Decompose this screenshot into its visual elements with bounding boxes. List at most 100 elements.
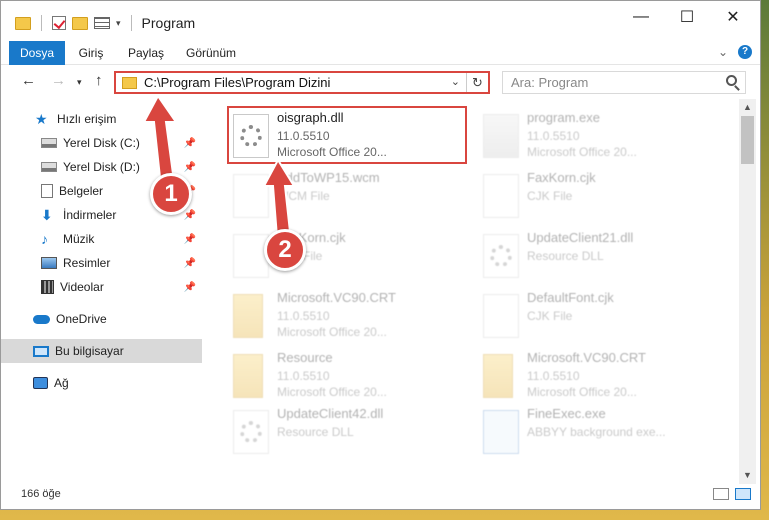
forward-arrow-icon[interactable]: → <box>51 72 66 89</box>
customize-toolbar-icon[interactable] <box>94 17 110 29</box>
item-count: 166 öğe <box>21 488 61 500</box>
scroll-down-icon[interactable]: ▼ <box>739 467 756 484</box>
file-version: 11.0.5510 <box>527 369 580 383</box>
up-arrow-icon[interactable]: ↑ <box>95 72 103 89</box>
file-type: Resource DLL <box>277 425 354 439</box>
sidebar-item-music[interactable]: ♪ Müzik 📌 <box>1 227 202 251</box>
sidebar-item-label: İndirmeler <box>63 208 117 222</box>
file-icon <box>483 174 519 218</box>
minimize-button[interactable]: — <box>618 1 664 33</box>
pictures-icon <box>41 257 57 269</box>
status-bar: 166 öğe <box>1 484 760 506</box>
file-item[interactable]: UpdateClient42.dll Resource DLL <box>229 404 469 462</box>
network-icon <box>33 377 48 389</box>
search-icon[interactable] <box>726 75 737 86</box>
highlight-box <box>227 106 467 164</box>
sidebar-item-label: Resimler <box>63 256 111 270</box>
cloud-icon <box>33 314 50 324</box>
file-version: 11.0.5510 <box>277 309 330 323</box>
music-icon: ♪ <box>41 231 48 247</box>
file-item[interactable]: UpdateClient21.dll Resource DLL <box>479 228 719 286</box>
recent-locations-icon[interactable]: ▾ <box>77 77 82 88</box>
file-list: oisgraph.dll 11.0.5510 Microsoft Office … <box>205 99 739 484</box>
folder-icon <box>122 77 137 89</box>
folder-icon <box>233 354 263 398</box>
file-icon <box>483 294 519 338</box>
file-item[interactable]: program.exe 11.0.5510 Microsoft Office 2… <box>479 108 719 166</box>
documents-icon <box>41 184 53 198</box>
pin-icon[interactable]: 📌 <box>184 258 196 269</box>
file-description: Microsoft Office 20... <box>277 385 387 399</box>
dll-gear-icon <box>233 410 269 454</box>
folder-icon <box>15 16 31 30</box>
file-description: Microsoft Office 20... <box>527 385 637 399</box>
toolbar-divider <box>130 15 132 31</box>
large-icons-view-icon[interactable] <box>735 488 751 500</box>
sidebar-item-label: Yerel Disk (C:) <box>63 136 140 150</box>
file-item[interactable]: FineExec.exe ABBYY background exe... <box>479 404 719 462</box>
refresh-icon[interactable]: ↻ <box>466 73 488 92</box>
file-name: Microsoft.VC90.CRT <box>277 290 396 305</box>
file-item[interactable]: Microsoft.VC90.CRT 11.0.5510 Microsoft O… <box>479 348 719 406</box>
sidebar-item-label: Hızlı erişim <box>57 112 117 126</box>
star-icon: ★ <box>35 111 48 127</box>
folder-icon <box>483 354 513 398</box>
sidebar-item-label: Videolar <box>60 280 104 294</box>
search-box[interactable]: Ara: Program <box>502 71 746 94</box>
sidebar-item-videos[interactable]: Videolar 📌 <box>1 275 202 299</box>
sidebar-item-onedrive[interactable]: OneDrive <box>1 307 202 331</box>
file-name: Resource <box>277 350 333 365</box>
step-badge-2: 2 <box>264 229 306 271</box>
tab-view[interactable]: Görünüm <box>181 41 241 65</box>
download-icon: ⬇ <box>41 207 53 223</box>
sidebar-item-label: Müzik <box>63 232 95 246</box>
chevron-down-icon[interactable]: ▾ <box>116 18 121 29</box>
explorer-window: ▾ Program — ☐ ✕ Dosya Giriş Paylaş Görün… <box>0 0 761 510</box>
sidebar-item-label: Bu bilgisayar <box>55 344 124 358</box>
file-type: CJK File <box>527 309 573 323</box>
tab-share[interactable]: Paylaş <box>123 41 169 65</box>
tab-home[interactable]: Giriş <box>71 41 111 65</box>
file-version: 11.0.5510 <box>277 369 330 383</box>
back-arrow-icon[interactable]: ← <box>21 72 36 89</box>
close-button[interactable]: ✕ <box>710 1 756 33</box>
sidebar-item-network[interactable]: Ağ <box>1 371 202 395</box>
help-icon[interactable]: ? <box>738 45 752 59</box>
ribbon-tabs: Dosya Giriş Paylaş Görünüm ⌄ ? <box>1 41 760 65</box>
file-item[interactable]: FaxKorn.cjk CJK File <box>479 168 719 226</box>
file-description: ABBYY background exe... <box>527 425 666 439</box>
file-item[interactable]: Microsoft.VC90.CRT 11.0.5510 Microsoft O… <box>229 288 469 346</box>
pin-icon[interactable]: 📌 <box>184 282 196 293</box>
file-item[interactable]: DefaultFont.cjk CJK File <box>479 288 719 346</box>
dll-gear-icon <box>483 234 519 278</box>
sidebar-item-label: Ağ <box>54 376 69 390</box>
scroll-thumb[interactable] <box>741 116 754 164</box>
file-name: FineExec.exe <box>527 406 606 421</box>
step-badge-1: 1 <box>150 173 192 215</box>
pin-icon[interactable]: 📌 <box>184 210 196 221</box>
maximize-button[interactable]: ☐ <box>664 1 710 33</box>
quick-access-toolbar: ▾ Program <box>15 15 195 31</box>
search-input[interactable]: Ara: Program <box>511 75 588 90</box>
address-path[interactable]: C:\Program Files\Program Dizini <box>144 75 330 90</box>
file-description: Microsoft Office 20... <box>277 325 387 339</box>
sidebar-item-this-pc[interactable]: Bu bilgisayar <box>1 339 202 363</box>
address-bar[interactable]: C:\Program Files\Program Dizini ⌄ ↻ <box>114 71 490 94</box>
file-item[interactable]: Resource 11.0.5510 Microsoft Office 20..… <box>229 348 469 406</box>
file-name: FaxKorn.cjk <box>527 170 596 185</box>
tab-file[interactable]: Dosya <box>9 41 65 65</box>
sidebar-item-pictures[interactable]: Resimler 📌 <box>1 251 202 275</box>
sidebar-item-label: OneDrive <box>56 312 107 326</box>
chevron-down-icon[interactable]: ⌄ <box>451 75 460 88</box>
window-exe-icon <box>483 410 519 454</box>
new-folder-icon[interactable] <box>72 16 88 30</box>
file-name: program.exe <box>527 110 600 125</box>
file-description: Microsoft Office 20... <box>527 145 637 159</box>
scroll-up-icon[interactable]: ▲ <box>739 99 756 116</box>
pin-icon[interactable]: 📌 <box>184 234 196 245</box>
vertical-scrollbar[interactable]: ▲ ▼ <box>739 99 756 484</box>
ribbon-controls: ⌄ ? <box>718 45 752 59</box>
expand-ribbon-icon[interactable]: ⌄ <box>718 45 728 59</box>
properties-icon[interactable] <box>52 16 66 30</box>
details-view-icon[interactable] <box>713 488 729 500</box>
